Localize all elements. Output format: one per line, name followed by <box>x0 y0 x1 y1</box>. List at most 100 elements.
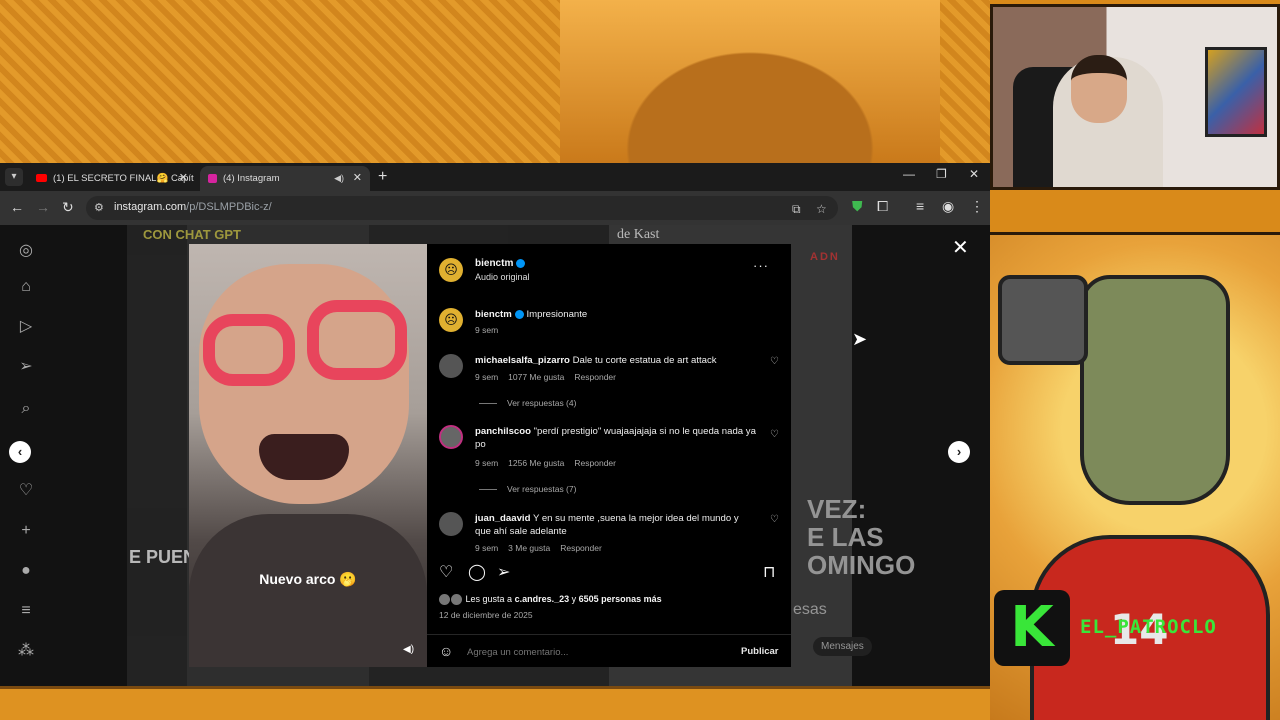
channel-brand: K EL_PATROCLO <box>994 590 1280 670</box>
tab-title: (1) EL SECRETO FINAL🤗 Capít <box>53 173 194 184</box>
instagram-logo-icon[interactable]: ◎ <box>16 241 36 261</box>
url-text: instagram.com/p/DSLMPDBic-z/ <box>114 201 272 213</box>
background-headline: de Kast <box>617 227 660 242</box>
background-big-text: VEZ: E LAS OMINGO <box>807 494 916 580</box>
reply-button[interactable]: Responder <box>574 458 616 468</box>
close-tab-icon[interactable]: ✕ <box>179 166 188 191</box>
background-tag: ADN <box>810 251 840 263</box>
character-head <box>1080 275 1230 505</box>
site-info-icon[interactable]: ⚙ <box>94 201 104 214</box>
comment-meta: 9 sem 1077 Me gusta Responder <box>475 372 616 382</box>
video-glasses <box>307 300 407 380</box>
author-username[interactable]: bienctm <box>475 258 526 269</box>
search-icon[interactable]: ⌕ <box>16 399 36 419</box>
liker-avatar <box>439 594 450 606</box>
messages-icon[interactable]: ➢ <box>16 357 36 377</box>
background-text: E PUEN <box>129 547 197 567</box>
like-comment-icon[interactable]: ♡ <box>770 356 779 367</box>
address-bar[interactable]: ⚙ instagram.com/p/DSLMPDBic-z/ ⧉ ☆ <box>86 196 838 220</box>
brand-logo: K <box>994 590 1070 666</box>
like-icon[interactable]: ♡ <box>439 562 453 582</box>
video-shirt <box>189 514 427 667</box>
emoji-icon[interactable]: ☺ <box>439 643 453 659</box>
close-modal-icon[interactable]: ✕ <box>952 235 969 260</box>
profile-icon[interactable]: ◉ <box>942 199 954 213</box>
commenter-avatar[interactable] <box>439 512 463 536</box>
comment-meta: 9 sem 1256 Me gusta Responder <box>475 458 616 468</box>
video-caption: Nuevo arco 🫢 <box>259 571 357 587</box>
author-avatar[interactable]: ☹ <box>439 258 463 282</box>
install-app-icon[interactable]: ⧉ <box>792 202 801 217</box>
minimize-icon[interactable]: — <box>903 167 915 181</box>
apps-icon[interactable]: ⁂ <box>16 641 36 661</box>
publish-button[interactable]: Publicar <box>741 646 779 657</box>
audio-label[interactable]: Audio original <box>475 272 530 282</box>
caption-text: bienctm Impresionante <box>475 309 588 320</box>
youtube-icon <box>36 174 47 183</box>
character-fist <box>998 275 1088 365</box>
view-replies-button[interactable]: Ver respuestas (7) <box>479 484 576 494</box>
more-menu-icon[interactable]: ≡ <box>16 601 36 621</box>
shield-extension-icon[interactable]: ⛊ <box>852 199 863 213</box>
verified-icon <box>514 309 524 319</box>
comment-likes[interactable]: 1077 Me gusta <box>508 372 564 382</box>
view-replies-button[interactable]: Ver respuestas (4) <box>479 398 576 408</box>
comment-text: juan_daavid Y en su mente ,suena la mejo… <box>475 513 739 537</box>
back-icon[interactable]: ← <box>10 200 24 214</box>
post-panel: ☹ bienctm Audio original ··· ☹ bienctm I… <box>427 244 791 667</box>
save-icon[interactable]: ⊓ <box>763 562 775 582</box>
likes-summary[interactable]: Les gusta a c.andres._23 y 6505 personas… <box>439 594 662 606</box>
browser-window: ▾ (1) EL SECRETO FINAL🤗 Capít ✕ (4) Inst… <box>0 163 990 686</box>
messages-pill[interactable]: Mensajes <box>813 637 872 656</box>
home-icon[interactable]: ⌂ <box>16 277 36 297</box>
streamer-webcam <box>990 4 1280 190</box>
post-video[interactable]: Nuevo arco 🫢 ◀) <box>189 244 427 667</box>
speaker-icon[interactable]: ◀) <box>334 166 344 191</box>
previous-post-button[interactable]: ‹ <box>9 441 31 463</box>
forward-icon[interactable]: → <box>36 200 50 214</box>
tab-instagram[interactable]: (4) Instagram ◀) ✕ <box>200 166 370 191</box>
menu-icon[interactable]: ⋮ <box>970 199 984 213</box>
background-text: esas <box>793 601 827 618</box>
close-window-icon[interactable]: ✕ <box>969 167 979 181</box>
comment-text: michaelsalfa_pizarro Dale tu corte estat… <box>475 355 717 366</box>
more-options-icon[interactable]: ··· <box>753 258 769 273</box>
share-icon[interactable]: ➢ <box>497 562 510 582</box>
stream-bottom-bar <box>0 686 990 720</box>
bookmark-star-icon[interactable]: ☆ <box>816 202 827 216</box>
post-actions: ♡ ◯ ➢ ⊓ <box>427 562 791 586</box>
comment-icon[interactable]: ◯ <box>468 562 486 582</box>
notifications-icon[interactable]: ♡ <box>16 481 36 501</box>
browser-toolbar: ← → ↻ ⚙ instagram.com/p/DSLMPDBic-z/ ⧉ ☆… <box>0 191 990 225</box>
mouse-cursor-icon: ➤ <box>852 329 868 349</box>
reload-icon[interactable]: ↻ <box>62 200 74 214</box>
reply-button[interactable]: Responder <box>574 372 616 382</box>
reply-button[interactable]: Responder <box>560 543 602 553</box>
commenter-avatar[interactable] <box>439 425 463 449</box>
next-post-button[interactable]: › <box>948 441 970 463</box>
media-controls-icon[interactable]: ≡ <box>916 199 924 213</box>
restore-icon[interactable]: ❐ <box>936 167 947 181</box>
like-comment-icon[interactable]: ♡ <box>770 514 779 525</box>
comment-likes[interactable]: 1256 Me gusta <box>508 458 564 468</box>
new-tab-button[interactable]: + <box>378 168 387 186</box>
like-comment-icon[interactable]: ♡ <box>770 429 779 440</box>
tab-title: (4) Instagram <box>223 173 280 184</box>
comment-likes[interactable]: 3 Me gusta <box>508 543 550 553</box>
commenter-avatar[interactable] <box>439 354 463 378</box>
stream-background-art <box>560 0 940 165</box>
volume-icon[interactable]: ◀) <box>403 644 414 655</box>
background-headline: CON CHAT GPT <box>143 227 241 242</box>
profile-avatar-icon[interactable]: ● <box>16 561 36 581</box>
tab-youtube[interactable]: (1) EL SECRETO FINAL🤗 Capít ✕ <box>28 166 196 191</box>
extensions-icon[interactable]: ⧠ <box>877 199 888 213</box>
tab-search-button[interactable]: ▾ <box>5 168 23 186</box>
comment-input[interactable] <box>467 647 717 658</box>
verified-icon <box>516 258 526 268</box>
reels-icon[interactable]: ▷ <box>16 317 36 337</box>
author-avatar[interactable]: ☹ <box>439 308 463 332</box>
video-glasses <box>203 314 295 386</box>
create-icon[interactable]: + <box>16 521 36 541</box>
instagram-icon <box>208 173 217 183</box>
close-tab-icon[interactable]: ✕ <box>353 166 362 191</box>
